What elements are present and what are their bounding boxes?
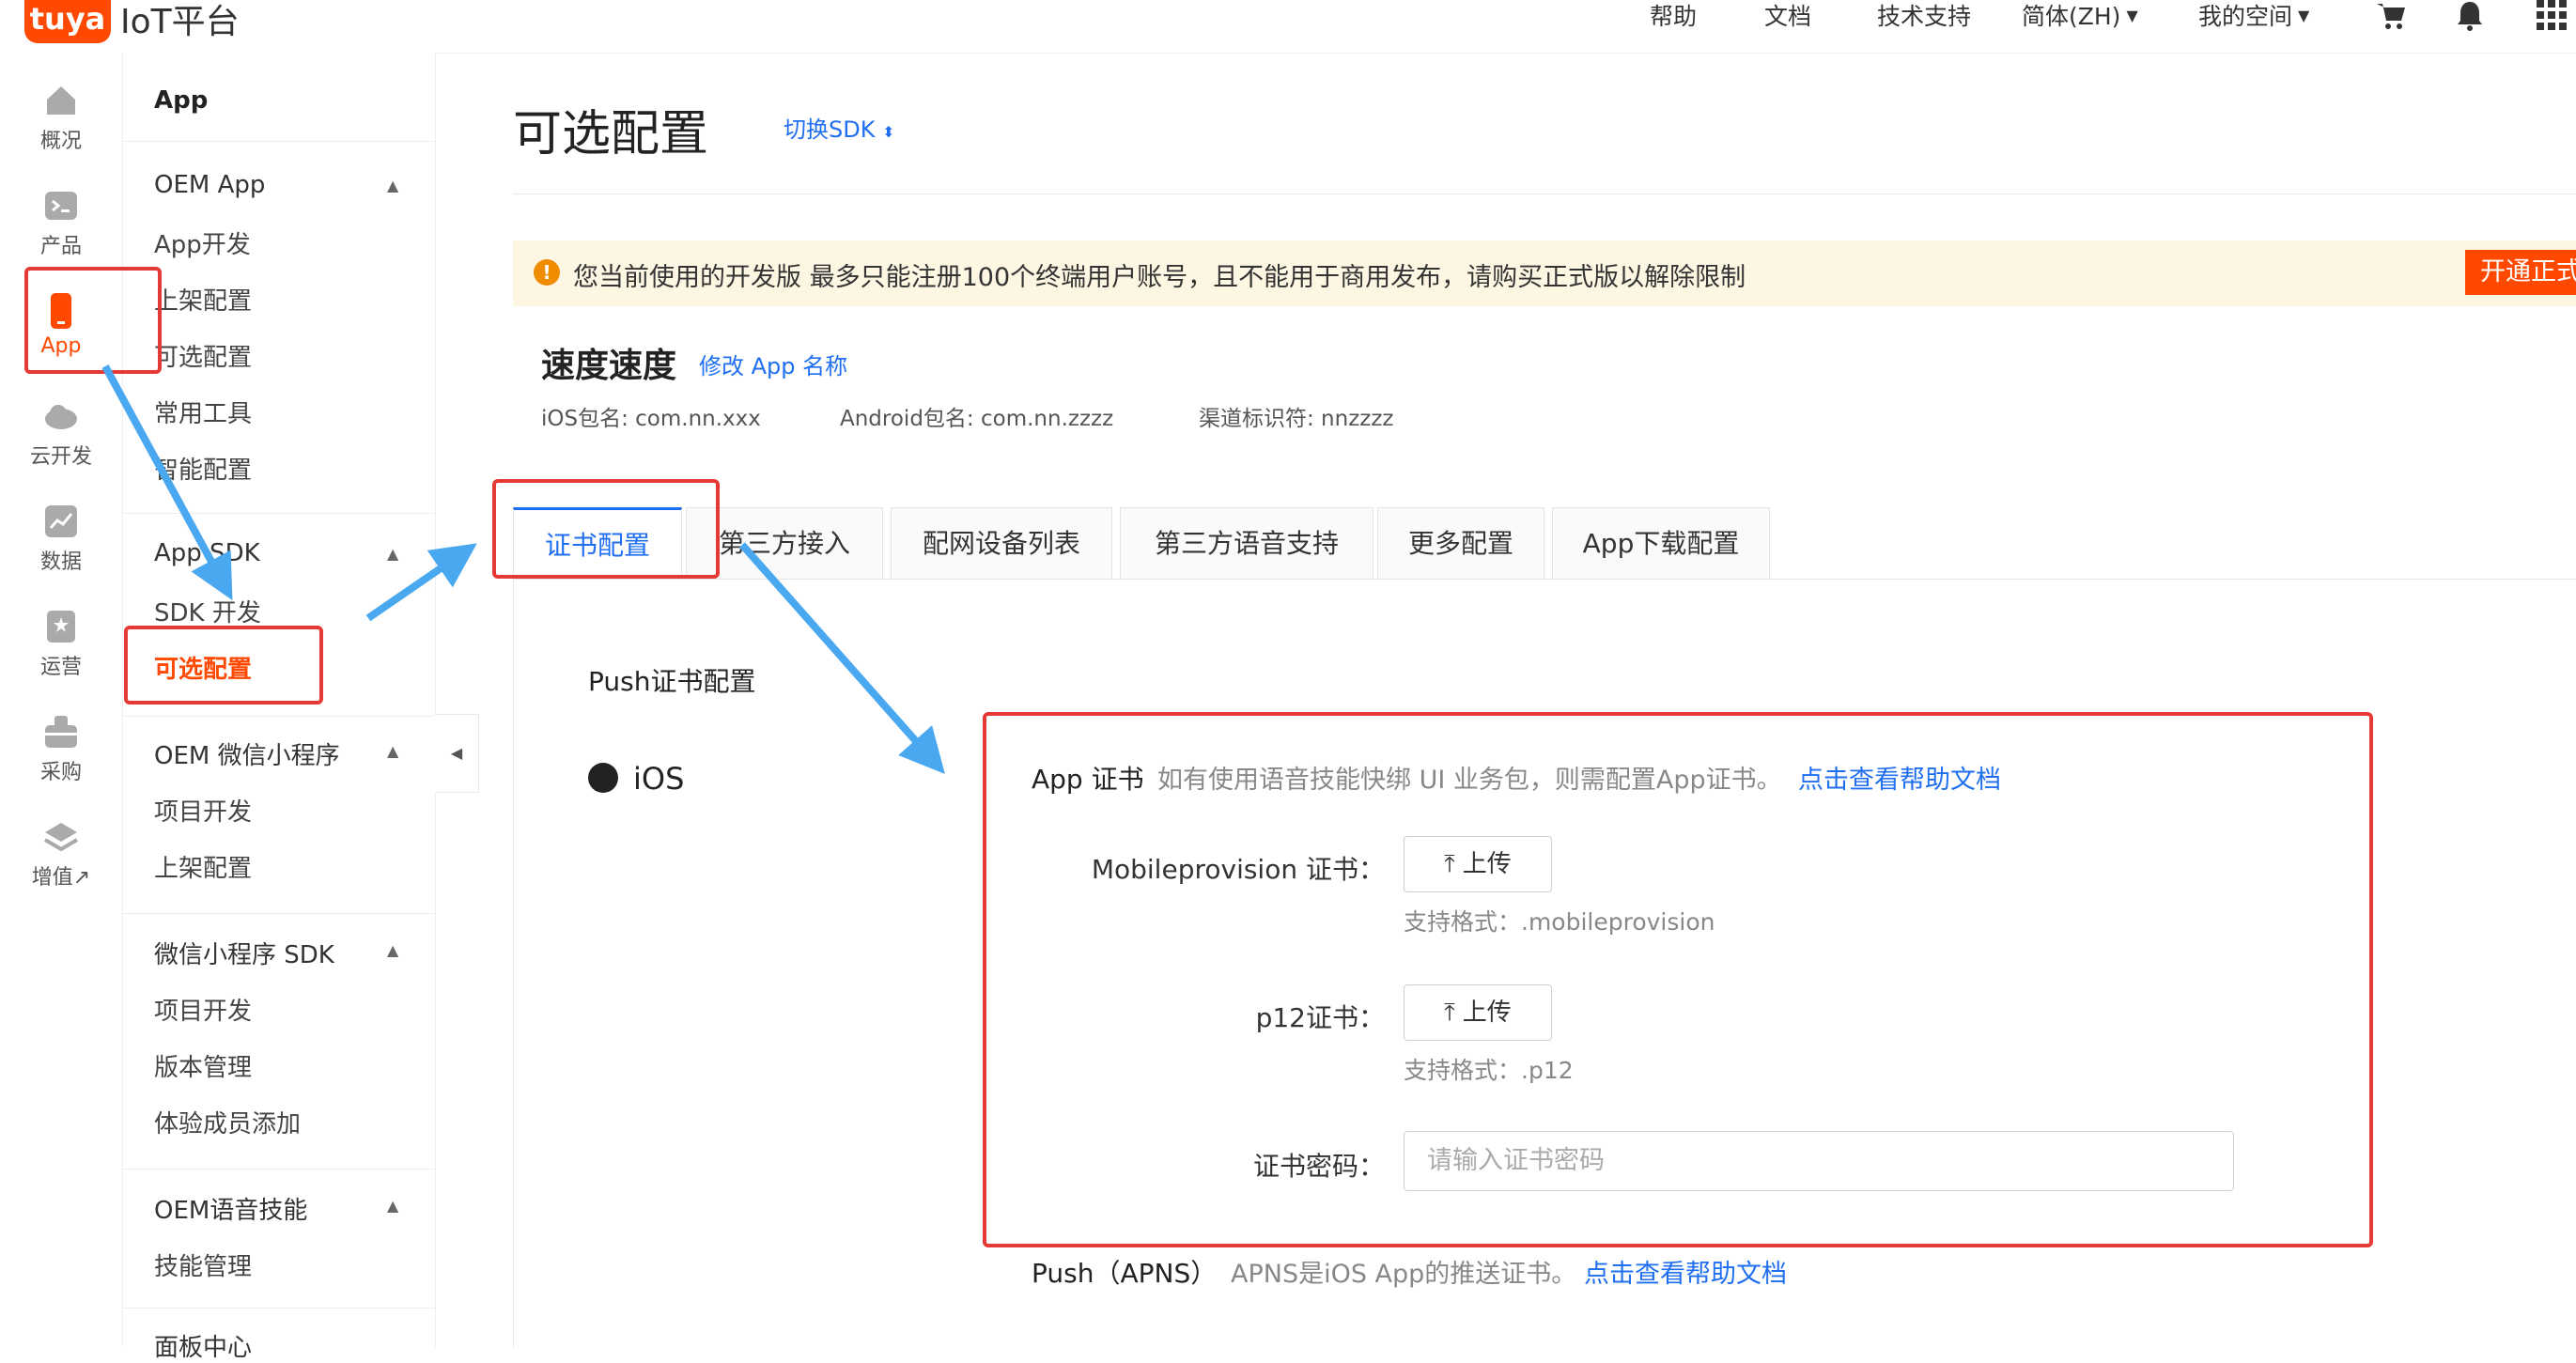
- arrow-3: [739, 542, 945, 774]
- arrow-2: [365, 543, 477, 622]
- annotation-arrows: [101, 364, 945, 774]
- arrow-1: [101, 364, 233, 601]
